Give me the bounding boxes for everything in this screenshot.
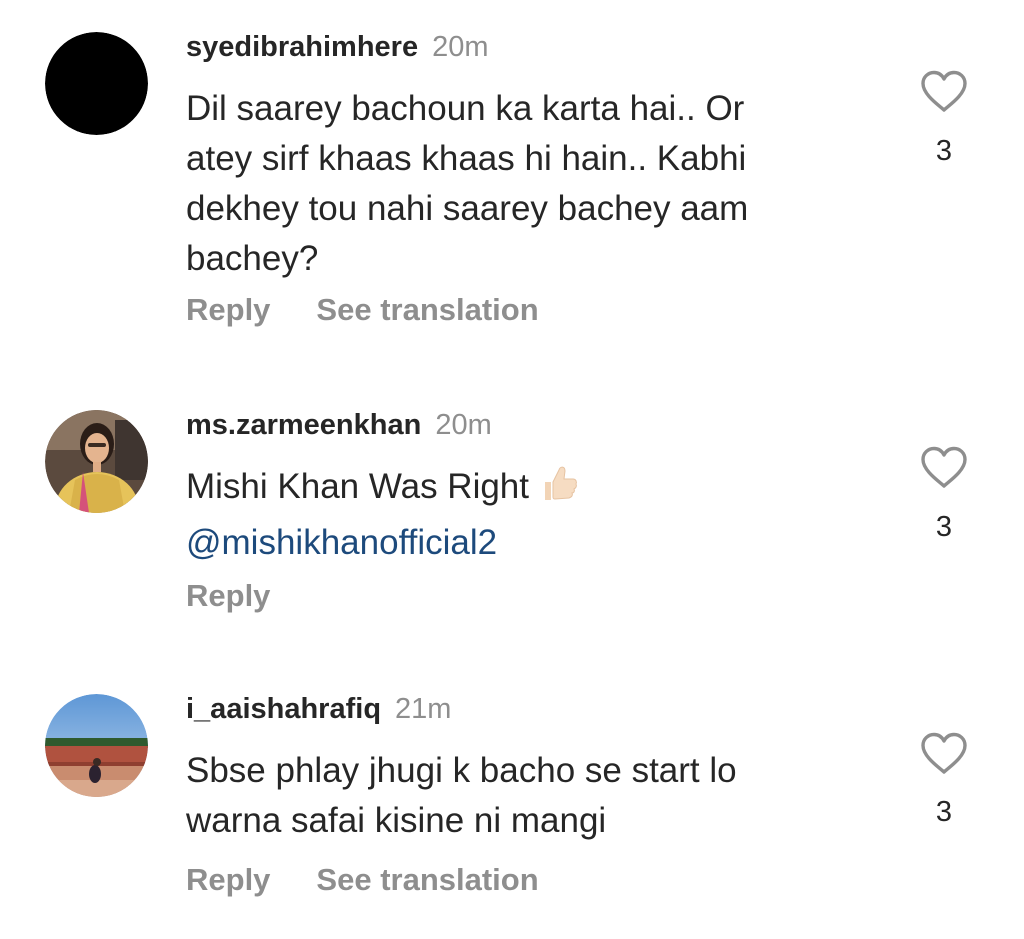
comment-actions: Reply See translation <box>186 862 539 898</box>
like-button[interactable] <box>920 732 968 776</box>
timestamp: 21m <box>395 693 452 725</box>
comment-header: i_aaishahrafiq 21m <box>186 692 451 726</box>
like-count: 3 <box>935 796 953 828</box>
see-translation-button[interactable]: See translation <box>316 862 538 897</box>
comment-text-line: warna safai kisine ni mangi <box>186 801 607 840</box>
avatar[interactable] <box>45 694 148 797</box>
username[interactable]: i_aaishahrafiq <box>186 693 381 725</box>
comment-item: i_aaishahrafiq 21m Sbse phlay jhugi k bac… <box>0 0 1024 939</box>
heart-icon <box>921 732 967 774</box>
reply-button[interactable]: Reply <box>186 862 270 897</box>
comment-text-line: Sbse phlay jhugi k bacho se start lo <box>186 751 737 790</box>
comment-text: Sbse phlay jhugi k bacho se start lo war… <box>186 746 876 846</box>
